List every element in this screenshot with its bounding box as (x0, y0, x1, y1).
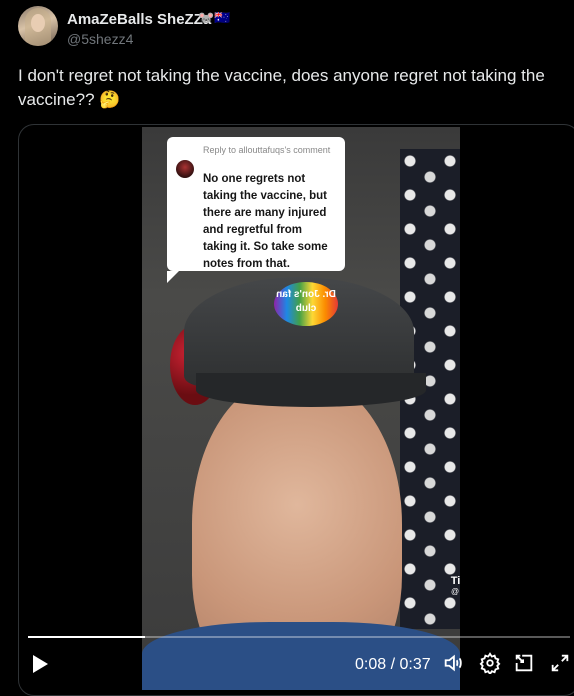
picture-in-picture-icon[interactable] (513, 652, 535, 674)
cap-pin: Dr. Jon's fan club (274, 282, 338, 326)
reply-text: No one regrets not taking the vaccine, b… (203, 173, 328, 270)
tiktok-brand: TikTok (450, 575, 460, 587)
tiktok-username: @ dr.jon.l (451, 587, 460, 596)
video-progress-bar[interactable] (28, 636, 570, 638)
volume-icon[interactable] (442, 652, 464, 674)
video-progress-fill (28, 636, 146, 638)
video-time: 0:08 / 0:37 (355, 656, 431, 673)
reply-header: Reply to allouttafuqs's comment (203, 145, 331, 155)
play-icon[interactable] (33, 655, 48, 673)
tweet-text: I don't regret not taking the vaccine, d… (18, 66, 545, 109)
avatar-face (31, 14, 45, 32)
author-avatar[interactable] (18, 6, 58, 46)
tiktok-logo-icon: ♪ (438, 553, 460, 575)
author-emojis: 🐭🇦🇺 (198, 10, 231, 25)
cap-brim (196, 373, 426, 407)
fullscreen-icon[interactable] (549, 652, 571, 674)
reply-comment-bubble: Reply to allouttafuqs's comment No one r… (167, 137, 345, 283)
author-handle[interactable]: @5shezz4 (67, 31, 133, 47)
commenter-avatar (176, 160, 194, 178)
settings-gear-icon[interactable] (479, 652, 501, 676)
video-frame[interactable]: Dr. Jon's fan club Reply to allouttafuqs… (142, 127, 460, 690)
tiktok-watermark: ♪ TikTok @ dr.jon.l (438, 553, 460, 596)
author-name[interactable]: AmaZeBalls SheZZa (67, 11, 211, 28)
video-player[interactable]: Dr. Jon's fan club Reply to allouttafuqs… (18, 124, 574, 696)
